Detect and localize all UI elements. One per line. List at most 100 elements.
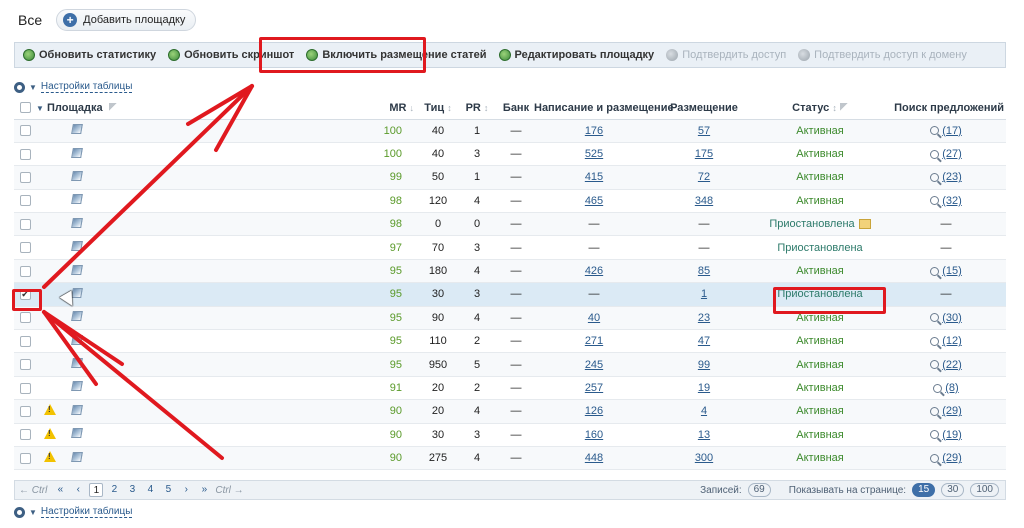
row-checkbox-cell[interactable] (14, 376, 36, 401)
table-settings-link[interactable]: Настройки таблицы (40, 506, 133, 518)
pr-column-header[interactable]: PR ↕ (456, 97, 498, 120)
placement-link[interactable]: 57 (698, 125, 710, 137)
placement-link[interactable]: 23 (698, 312, 710, 324)
row-checkbox-cell[interactable] (14, 423, 36, 447)
table-row[interactable]: 95 110 2 — 271 47 Активная (12) (14, 329, 1006, 354)
writing-link[interactable]: 245 (585, 359, 603, 371)
row-checkbox-cell[interactable] (14, 142, 36, 167)
writing-link[interactable]: 40 (588, 312, 600, 324)
placement-link[interactable]: 1 (701, 288, 707, 300)
row-checkbox[interactable] (19, 125, 31, 137)
filter-icon[interactable] (839, 102, 848, 111)
edit-icon[interactable] (71, 124, 83, 135)
row-checkbox[interactable] (19, 359, 31, 371)
last-page-button[interactable]: » (197, 483, 211, 497)
row-checkbox[interactable] (19, 312, 31, 324)
row-checkbox-cell[interactable] (14, 259, 36, 284)
confirm-access-button[interactable]: Подтвердить доступ (666, 49, 786, 61)
edit-icon[interactable] (71, 381, 83, 392)
placement-link[interactable]: 348 (695, 195, 713, 207)
table-row[interactable]: 90 20 4 — 126 4 Активная (29) (14, 399, 1006, 424)
table-row[interactable]: 95 180 4 — 426 85 Активная (15) (14, 259, 1006, 284)
table-row[interactable]: 100 40 1 — 176 57 Активная (17) (14, 119, 1006, 143)
writing-link[interactable]: 176 (585, 125, 603, 137)
add-site-button[interactable]: + Добавить площадку (56, 9, 197, 31)
search-offers-link[interactable]: (15) (942, 265, 962, 277)
edit-icon[interactable] (71, 194, 83, 205)
row-checkbox[interactable] (19, 452, 31, 464)
placement-link[interactable]: 47 (698, 335, 710, 347)
search-offers-link[interactable]: (8) (945, 382, 958, 394)
search-offers-link[interactable]: (29) (942, 452, 962, 464)
placement-link[interactable]: 19 (698, 382, 710, 394)
writing-link[interactable]: 525 (585, 148, 603, 160)
table-row[interactable]: 99 50 1 — 415 72 Активная (23) (14, 165, 1006, 190)
row-checkbox-cell[interactable] (14, 119, 36, 143)
first-page-button[interactable]: « (53, 483, 67, 497)
table-settings-top[interactable]: ▼ Настройки таблицы (14, 81, 133, 93)
search-icon[interactable] (930, 360, 940, 370)
row-checkbox-cell[interactable] (14, 446, 36, 471)
table-row[interactable]: 90 30 3 — 160 13 Активная (19) (14, 423, 1006, 447)
edit-icon[interactable] (71, 147, 83, 158)
row-checkbox[interactable] (19, 265, 31, 277)
writing-link[interactable]: 160 (585, 429, 603, 441)
search-offers-link[interactable]: (30) (942, 312, 962, 324)
row-checkbox-cell[interactable] (14, 189, 36, 214)
edit-icon[interactable] (71, 334, 83, 345)
next-page-button[interactable]: › (179, 483, 193, 497)
search-icon[interactable] (930, 196, 940, 206)
table-row[interactable]: 97 70 3 — — — Приостановлена — (14, 235, 1006, 260)
writing-link[interactable]: 257 (585, 382, 603, 394)
placement-link[interactable]: 99 (698, 359, 710, 371)
search-offers-link[interactable]: (17) (942, 125, 962, 137)
table-row[interactable]: 100 40 3 — 525 175 Активная (27) (14, 142, 1006, 167)
tic-column-header[interactable]: Тиц ↕ (420, 97, 456, 120)
row-checkbox-cell[interactable] (14, 165, 36, 190)
per-page-30[interactable]: 30 (941, 483, 965, 497)
row-checkbox[interactable] (19, 195, 31, 207)
search-icon[interactable] (930, 313, 940, 323)
row-checkbox[interactable] (19, 429, 31, 441)
edit-icon[interactable] (71, 451, 83, 462)
placement-link[interactable]: 4 (701, 405, 707, 417)
per-page-15[interactable]: 15 (912, 483, 936, 497)
table-row[interactable]: 98 120 4 — 465 348 Активная (32) (14, 189, 1006, 214)
edit-icon[interactable] (71, 170, 83, 181)
placement-link[interactable]: 72 (698, 171, 710, 183)
note-icon[interactable] (858, 219, 871, 230)
row-checkbox-cell[interactable] (14, 352, 36, 377)
writing-link[interactable]: 126 (585, 405, 603, 417)
page-4[interactable]: 4 (143, 483, 157, 497)
row-checkbox[interactable] (19, 242, 31, 254)
select-all-header[interactable] (14, 97, 36, 120)
search-icon[interactable] (930, 453, 940, 463)
row-checkbox-cell[interactable] (14, 212, 36, 237)
row-checkbox-cell[interactable] (14, 235, 36, 260)
search-icon[interactable] (930, 149, 940, 159)
page-5[interactable]: 5 (161, 483, 175, 497)
edit-icon[interactable] (71, 217, 83, 228)
row-checkbox[interactable] (19, 148, 31, 160)
search-icon[interactable] (930, 406, 940, 416)
update-stats-button[interactable]: Обновить статистику (23, 49, 156, 61)
search-offers-link[interactable]: (12) (942, 335, 962, 347)
search-icon[interactable] (930, 126, 940, 136)
search-offers-link[interactable]: (27) (942, 148, 962, 160)
writing-link[interactable]: 271 (585, 335, 603, 347)
row-checkbox[interactable] (19, 218, 31, 230)
edit-icon[interactable] (71, 241, 83, 252)
confirm-domain-button[interactable]: Подтвердить доступ к домену (798, 49, 967, 61)
placement-link[interactable]: 13 (698, 429, 710, 441)
search-icon[interactable] (930, 430, 940, 440)
edit-icon[interactable] (71, 264, 83, 275)
per-page-100[interactable]: 100 (970, 483, 999, 497)
row-checkbox[interactable] (19, 172, 31, 184)
table-row[interactable]: 98 0 0 — — — Приостановлена — (14, 212, 1006, 237)
writing-link[interactable]: 465 (585, 195, 603, 207)
placement-link[interactable]: 85 (698, 265, 710, 277)
search-icon[interactable] (930, 336, 940, 346)
row-checkbox-cell[interactable] (14, 329, 36, 354)
row-checkbox-cell[interactable] (14, 399, 36, 424)
page-2[interactable]: 2 (107, 483, 121, 497)
